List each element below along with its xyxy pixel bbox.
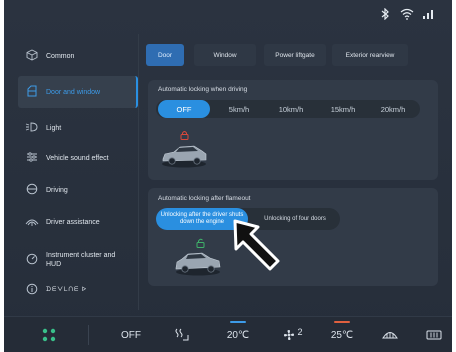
fan-state[interactable]: OFF <box>116 317 146 352</box>
car-image <box>162 145 207 168</box>
temp-right-indicator <box>334 321 350 323</box>
option-20kmh[interactable]: 20km/h <box>368 100 418 118</box>
sidebar-item-label: Light <box>46 124 62 132</box>
front-defrost-icon[interactable] <box>380 317 400 352</box>
apps-icon[interactable] <box>36 317 62 352</box>
sidebar-item-label: ᗪᗴᐯᒪᑎᗴ ᐅ <box>46 286 88 293</box>
sidebar-item-label: Instrument cluster and HUD <box>46 252 116 268</box>
climate-bar: OFF 20℃ 2 25℃ <box>4 316 452 352</box>
tab-power-liftgate[interactable]: Power liftgate <box>264 44 326 66</box>
option-off[interactable]: OFF <box>158 100 210 118</box>
sidebar-item-label: Common <box>46 52 75 60</box>
sidebar-item-devlne[interactable]: ᗪᗴᐯᒪᑎᗴ ᐅ <box>18 274 138 306</box>
seat-heat-icon[interactable] <box>170 317 194 352</box>
cube-icon <box>18 48 46 64</box>
gauge-icon <box>18 253 46 268</box>
signal-icon <box>422 8 436 22</box>
auto-lock-driving-panel: Automatic locking when driving OFF 5km/h… <box>148 80 438 180</box>
sidebar-item-label: Driving <box>46 186 68 194</box>
temp-left-indicator <box>230 321 246 323</box>
car-image <box>175 252 221 276</box>
driver-assist-icon <box>18 215 46 230</box>
wifi-icon <box>400 8 414 22</box>
sidebar-item-vehicle-sound-effect[interactable]: Vehicle sound effect <box>18 142 138 174</box>
sidebar-item-driver-assistance[interactable]: Driver assistance <box>18 206 138 238</box>
bluetooth-icon <box>380 7 390 22</box>
sidebar-item-door-and-window[interactable]: Door and window <box>18 76 138 108</box>
panel-title: Automatic locking when driving <box>158 86 248 93</box>
settings-sidebar: Common Door and window Light Vehicle sou… <box>18 34 138 310</box>
sidebar-item-common[interactable]: Common <box>18 40 138 72</box>
fan-level: 2 <box>297 327 303 337</box>
tab-window[interactable]: Window <box>194 44 256 66</box>
pointer-arrow <box>233 219 280 271</box>
steering-wheel-icon <box>18 183 46 198</box>
door-icon <box>18 85 46 100</box>
sidebar-item-driving[interactable]: Driving <box>18 174 138 206</box>
option-5kmh[interactable]: 5km/h <box>214 100 264 118</box>
rear-defrost-icon[interactable] <box>424 317 444 352</box>
status-bar <box>4 0 452 28</box>
info-icon <box>18 283 46 298</box>
auto-lock-flameout-panel: Automatic locking after flameout Unlocki… <box>148 188 438 286</box>
tab-door[interactable]: Door <box>146 44 184 66</box>
sound-icon <box>18 151 46 166</box>
bottom-divider <box>88 325 89 345</box>
auto-lock-speed-selector: OFF 5km/h 10km/h 15km/h 20km/h <box>156 100 420 118</box>
fan-speed-control[interactable]: 2 <box>278 317 308 352</box>
light-icon <box>18 121 46 136</box>
sidebar-item-light[interactable]: Light <box>18 112 138 144</box>
tab-exterior-rearview[interactable]: Exterior rearview <box>332 44 408 66</box>
panel-title: Automatic locking after flameout <box>158 195 251 202</box>
car-settings-screen: Common Door and window Light Vehicle sou… <box>4 0 452 352</box>
sidebar-divider <box>138 34 139 310</box>
sidebar-item-instrument-cluster-hud[interactable]: Instrument cluster and HUD <box>18 244 138 276</box>
lock-icon <box>180 130 189 142</box>
option-10kmh[interactable]: 10km/h <box>266 100 316 118</box>
sidebar-item-label: Door and window <box>46 88 101 96</box>
sidebar-item-label: Vehicle sound effect <box>46 154 109 162</box>
option-15kmh[interactable]: 15km/h <box>318 100 368 118</box>
fan-icon <box>283 329 295 341</box>
sidebar-item-label: Driver assistance <box>46 218 100 226</box>
unlock-icon <box>196 238 206 250</box>
